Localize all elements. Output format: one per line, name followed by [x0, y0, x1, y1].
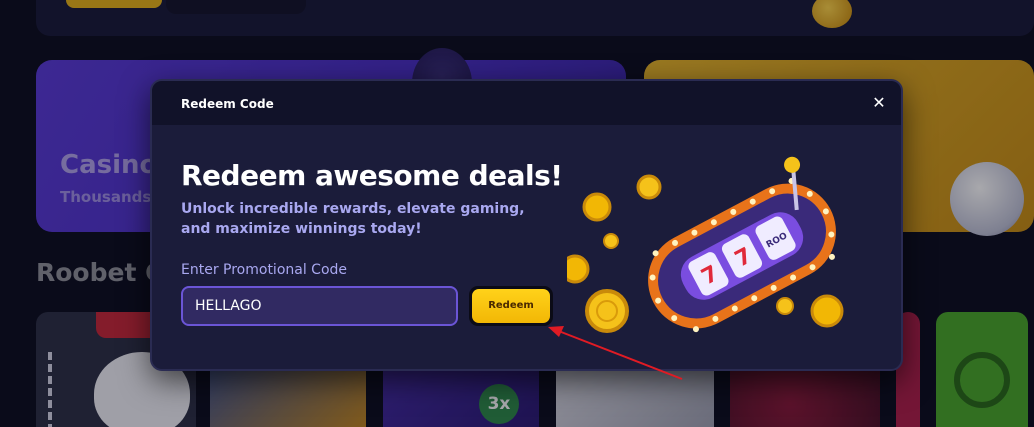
redeem-button[interactable]: Redeem	[469, 286, 553, 326]
modal-header: Redeem Code ✕	[152, 81, 901, 125]
modal-headline: Redeem awesome deals!	[181, 159, 563, 192]
redeem-code-modal: Redeem Code ✕ Redeem awesome deals! Unlo…	[150, 79, 903, 371]
slot-machine-illustration: 7 7 ROO	[567, 156, 844, 333]
promo-code-label: Enter Promotional Code	[181, 262, 348, 278]
promo-code-input[interactable]	[181, 286, 458, 326]
redeem-button-label: Redeem	[472, 289, 550, 323]
modal-title: Redeem Code	[181, 97, 274, 111]
modal-subtitle: Unlock incredible rewards, elevate gamin…	[181, 201, 525, 237]
close-icon[interactable]: ✕	[869, 93, 889, 113]
